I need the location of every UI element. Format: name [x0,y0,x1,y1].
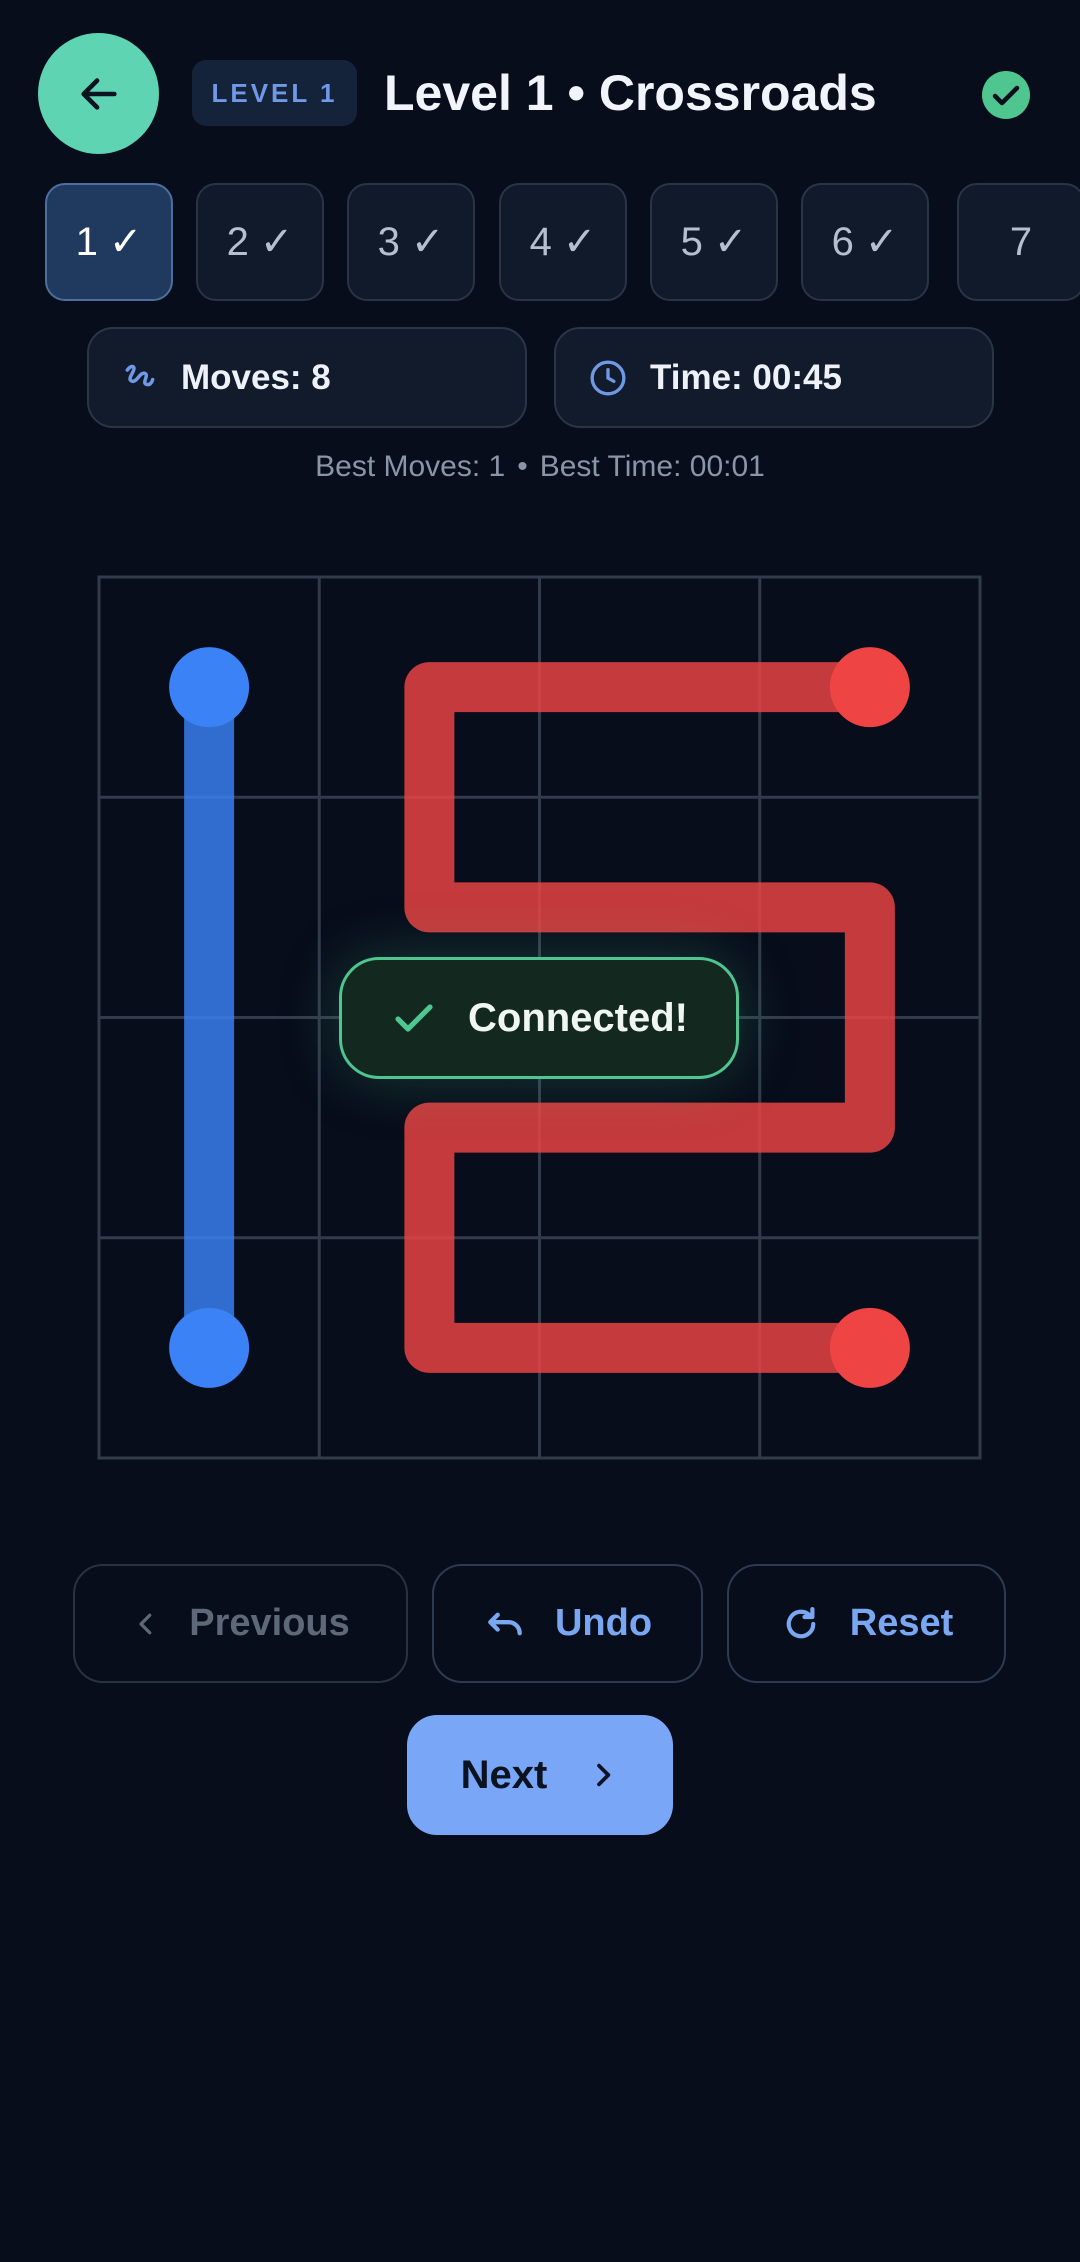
time-stat: Time: 00:45 [554,327,994,428]
arrow-left-icon [80,77,117,110]
clock-icon [590,360,626,395]
page-title: Level 1 • Crossroads [384,65,877,121]
level-chip-3[interactable]: 3 ✓ [347,183,475,301]
best-record: Best Moves: 1 • Best Time: 00:01 [0,447,1080,487]
level-chip-1[interactable]: 1 ✓ [45,183,173,301]
level-chip-7[interactable]: 7 [957,183,1080,301]
endpoint-dot[interactable] [169,1307,250,1388]
check-circle-icon [982,71,1030,119]
endpoint-dot[interactable] [169,647,250,728]
chevron-right-icon [597,1763,611,1787]
back-button[interactable] [38,33,159,154]
previous-label: Previous [189,1602,350,1644]
reset-button[interactable]: Reset [727,1564,1006,1683]
level-badge: LEVEL 1 [192,60,357,126]
level-chip-2[interactable]: 2 ✓ [196,183,324,301]
level-chip-6[interactable]: 6 ✓ [801,183,929,301]
refresh-icon [786,1606,816,1638]
undo-label: Undo [554,1602,653,1644]
moves-label: Moves: 8 [181,357,331,397]
level-chip-4[interactable]: 4 ✓ [499,183,627,301]
endpoint-dot[interactable] [829,1307,910,1388]
connected-toast: Connected! [339,957,739,1079]
toast-text: Connected! [468,995,688,1040]
level-chip-5[interactable]: 5 ✓ [650,183,778,301]
endpoint-dot[interactable] [829,647,910,728]
next-label: Next [460,1752,548,1797]
undo-button[interactable]: Undo [432,1564,703,1683]
undo-icon [488,1612,522,1635]
best-time: Best Time: 00:01 [539,450,765,483]
next-button[interactable]: Next [407,1715,673,1835]
time-label: Time: 00:45 [650,357,842,397]
previous-button[interactable]: Previous [73,1564,408,1683]
moves-stat: Moves: 8 [87,327,527,428]
check-icon [395,1004,433,1032]
chevron-left-icon [139,1613,152,1634]
separator: • [517,450,528,483]
best-moves: Best Moves: 1 [315,450,506,483]
squiggle-icon [125,364,155,386]
reset-label: Reset [849,1602,954,1644]
